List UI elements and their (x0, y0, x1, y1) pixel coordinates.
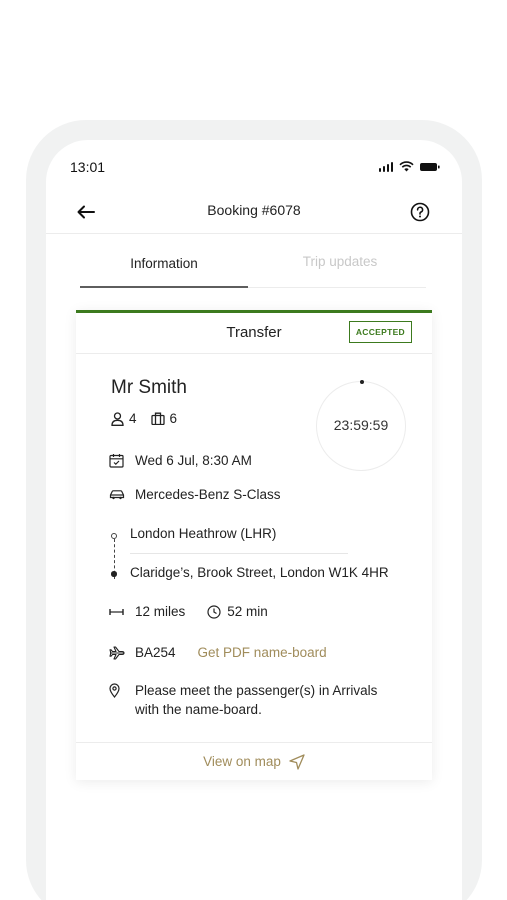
signal-icon (378, 161, 393, 172)
passenger-name: Mr Smith (111, 377, 187, 398)
card-header: Transfer ACCEPTED (76, 313, 432, 354)
dropoff-location: Claridge’s, Brook Street, London W1K 4HR (130, 565, 389, 580)
location-pin-icon (109, 683, 120, 698)
transfer-card: Transfer ACCEPTED Mr Smith 4 6 23:59:59 … (76, 310, 432, 780)
status-time: 13:01 (70, 159, 106, 175)
tab-information[interactable]: Information (80, 256, 248, 271)
distance-duration-row: 12 miles 52 min (109, 604, 268, 619)
tab-trip-updates[interactable]: Trip updates (256, 254, 424, 269)
view-on-map-label: View on map (203, 754, 281, 769)
flight-row: BA254 Get PDF name-board (109, 645, 327, 660)
pdf-nameboard-link[interactable]: Get PDF name-board (198, 645, 327, 660)
help-button[interactable] (408, 200, 432, 224)
status-bar: 13:01 (46, 140, 462, 192)
meeting-note: Please meet the passenger(s) in Arrivals… (135, 683, 378, 717)
phone-screen: 13:01 Booking #6078 Information Trip upd… (46, 140, 462, 900)
distance-text: 12 miles (135, 604, 186, 619)
status-badge: ACCEPTED (348, 321, 412, 343)
calendar-icon (109, 454, 124, 468)
dropoff-marker (111, 571, 117, 577)
person-icon (111, 411, 124, 426)
vehicle-text: Mercedes-Benz S-Class (135, 487, 281, 502)
help-icon (410, 202, 430, 222)
battery-icon (420, 162, 440, 171)
passenger-luggage-counts: 4 6 (111, 411, 191, 426)
plane-icon (109, 645, 125, 660)
duration-text: 52 min (227, 604, 268, 619)
vehicle-row: Mercedes-Benz S-Class (109, 487, 281, 502)
navigation-arrow-icon (289, 753, 305, 770)
meeting-note-row: Please meet the passenger(s) in Arrivals… (109, 681, 395, 719)
tab-bar: Information Trip updates (80, 250, 426, 288)
route-divider (130, 553, 348, 554)
pickup-row: London Heathrow (LHR) (130, 526, 276, 541)
luggage-count: 6 (150, 411, 178, 426)
view-on-map-button[interactable]: View on map (76, 742, 432, 780)
active-tab-indicator (80, 286, 248, 288)
flight-number: BA254 (135, 645, 176, 660)
wifi-icon (399, 161, 414, 172)
passenger-count: 4 (111, 411, 137, 426)
status-icons (378, 161, 441, 172)
car-icon (109, 490, 125, 500)
timer-progress-dot (360, 380, 364, 384)
countdown-value: 23:59:59 (333, 417, 389, 433)
navigation-bar: Booking #6078 (46, 192, 462, 234)
clock-icon (207, 604, 221, 619)
passenger-count-value: 4 (129, 411, 137, 426)
page-title: Booking #6078 (207, 202, 301, 218)
luggage-count-value: 6 (169, 411, 178, 426)
luggage-icon (150, 412, 165, 425)
date-time-row: Wed 6 Jul, 8:30 AM (109, 453, 252, 468)
distance-icon (109, 608, 124, 615)
countdown-timer: 23:59:59 (316, 380, 406, 471)
pickup-location: London Heathrow (LHR) (130, 526, 277, 541)
dropoff-row: Claridge’s, Brook Street, London W1K 4HR (130, 565, 389, 580)
date-time-text: Wed 6 Jul, 8:30 AM (135, 453, 252, 468)
